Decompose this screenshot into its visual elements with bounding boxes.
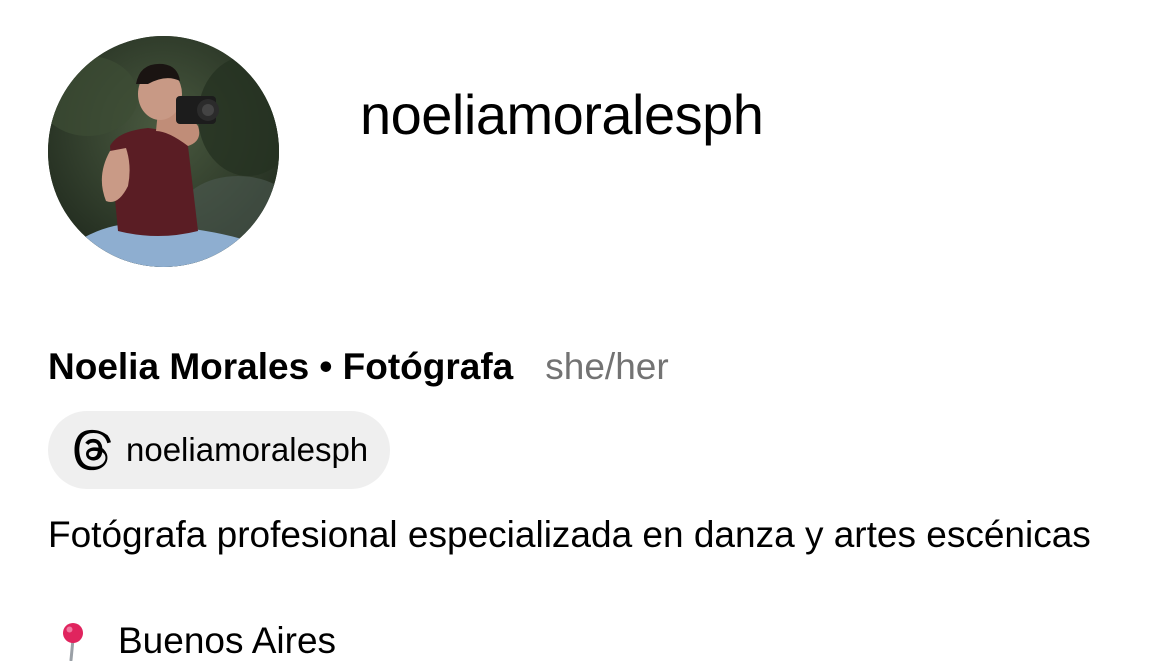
profile-name-row: Noelia Morales • Fotógrafa she/her: [48, 344, 669, 390]
profile-bio: Fotógrafa profesional especializada en d…: [48, 514, 1091, 555]
location-text: Buenos Aires: [118, 620, 337, 661]
profile-pronouns: she/her: [545, 346, 669, 387]
profile-full-name: Noelia Morales • Fotógrafa: [48, 346, 514, 387]
profile-location: Buenos Aires: [48, 614, 336, 667]
avatar-photo: [48, 36, 279, 267]
threads-link-chip[interactable]: noeliamoralesph: [48, 411, 391, 489]
threads-icon: [70, 427, 116, 473]
profile-username: noeliamoralesph: [360, 83, 764, 146]
profile-avatar[interactable]: [48, 36, 279, 267]
threads-handle: noeliamoralesph: [126, 431, 369, 468]
